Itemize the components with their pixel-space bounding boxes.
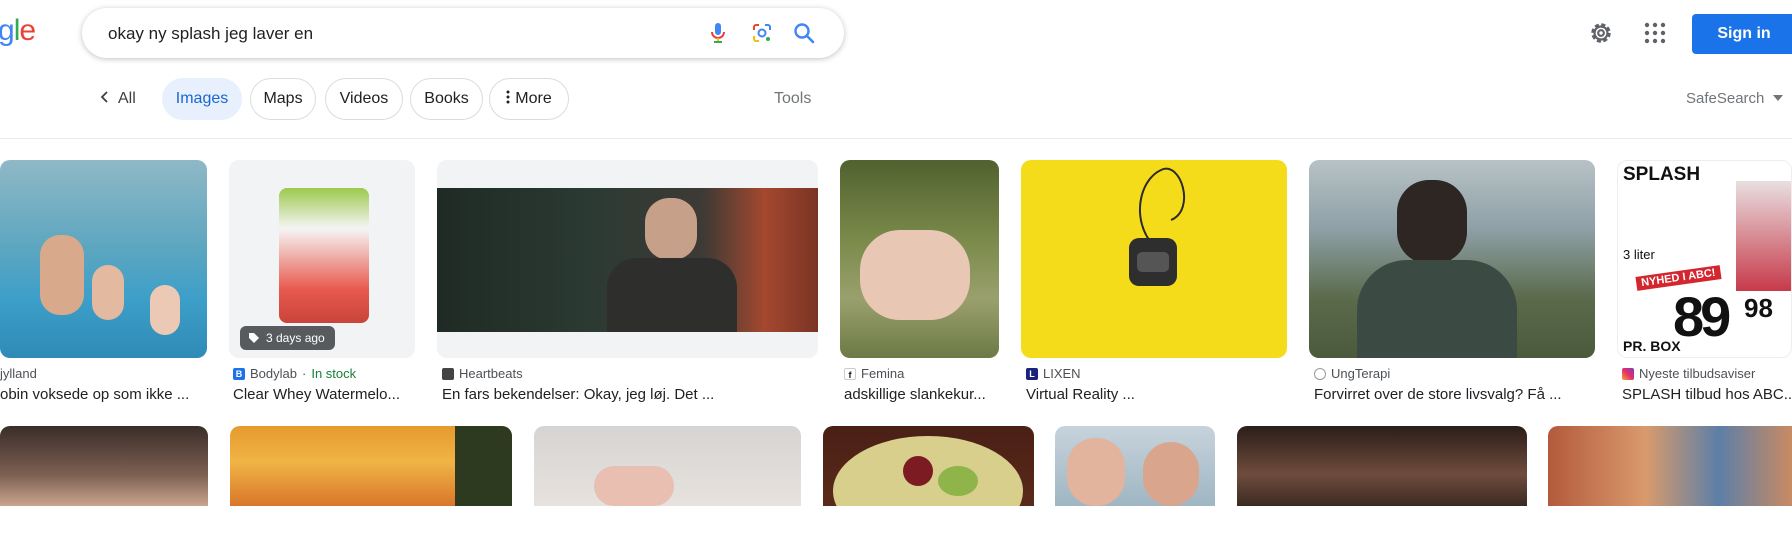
- result-source: UngTerapi: [1314, 366, 1594, 381]
- baby-feet-shape: [594, 466, 674, 506]
- image-figure: [150, 285, 180, 335]
- tab-more[interactable]: More: [489, 78, 569, 120]
- image-result-14[interactable]: [1548, 426, 1792, 506]
- tab-all[interactable]: All: [98, 78, 136, 120]
- date-badge: 3 days ago: [240, 326, 335, 350]
- search-icon[interactable]: [792, 21, 816, 45]
- apps-grid-icon[interactable]: [1643, 21, 1667, 45]
- result-title[interactable]: obin voksede op som ikke ...: [0, 386, 205, 403]
- microphone-icon[interactable]: [706, 21, 730, 45]
- image-result-5[interactable]: [1021, 160, 1287, 358]
- image-result-11[interactable]: [823, 426, 1034, 506]
- grape-shape: [938, 466, 978, 496]
- fruit-shape: [903, 456, 933, 486]
- tab-maps[interactable]: Maps: [250, 78, 316, 120]
- heartbeats-favicon-icon: [442, 367, 454, 380]
- hands-shape: [860, 230, 970, 320]
- result-source: B Bodylab · In stock: [233, 366, 413, 381]
- header-divider: [0, 138, 1792, 139]
- image-result-13[interactable]: [1237, 426, 1527, 506]
- image-result-9[interactable]: [230, 426, 512, 506]
- result-source: jylland: [0, 366, 37, 381]
- tab-images[interactable]: Images: [162, 78, 242, 120]
- result-title[interactable]: En fars bekendelser: Okay, jeg løj. Det …: [442, 386, 818, 403]
- image-result-1[interactable]: [0, 160, 207, 358]
- instagram-favicon-icon: [1622, 367, 1634, 380]
- caret-down-icon: [1772, 95, 1783, 101]
- tools-button[interactable]: Tools: [774, 78, 811, 120]
- result-source: Heartbeats: [442, 366, 812, 381]
- result-title[interactable]: Virtual Reality ...: [1026, 386, 1286, 403]
- search-box: [82, 8, 844, 60]
- head-shape: [1397, 180, 1467, 264]
- google-logo[interactable]: gle: [0, 14, 36, 48]
- chevron-left-icon: [100, 91, 108, 103]
- face-shape: [645, 198, 697, 260]
- image-result-3[interactable]: [437, 160, 818, 358]
- face-shape: [1143, 442, 1199, 506]
- man-photo: [437, 188, 818, 332]
- result-title[interactable]: Clear Whey Watermelo...: [233, 386, 413, 403]
- result-source: L LIXEN: [1026, 366, 1286, 381]
- image-result-6[interactable]: [1309, 160, 1595, 358]
- tab-books[interactable]: Books: [410, 78, 483, 120]
- more-vert-icon: [506, 90, 510, 104]
- gear-icon[interactable]: [1588, 20, 1614, 46]
- image-result-10[interactable]: [534, 426, 801, 506]
- result-title[interactable]: Forvirret over de store livsvalg? Få ...: [1314, 386, 1595, 403]
- image-figure: [40, 235, 84, 315]
- tab-videos[interactable]: Videos: [325, 78, 403, 120]
- image-result-8[interactable]: [0, 426, 208, 506]
- vr-headset-illustration: [1129, 167, 1186, 286]
- result-source: Nyeste tilbudsaviser: [1622, 366, 1792, 381]
- result-title[interactable]: SPLASH tilbud hos ABC...: [1622, 386, 1792, 403]
- image-figure: [92, 265, 124, 320]
- shirt-shape: [1357, 260, 1517, 358]
- bodylab-favicon-icon: B: [233, 367, 245, 380]
- result-source: f Femina: [844, 366, 999, 381]
- safesearch-menu[interactable]: SafeSearch: [1686, 78, 1783, 120]
- femina-favicon-icon: f: [844, 367, 856, 380]
- ungterapi-favicon-icon: [1314, 367, 1326, 380]
- face-shape: [1067, 438, 1125, 506]
- lixen-favicon-icon: L: [1026, 367, 1038, 380]
- lens-icon[interactable]: [750, 21, 774, 45]
- tree-shape: [455, 426, 512, 506]
- result-title[interactable]: adskillige slankekur...: [844, 386, 999, 403]
- image-result-12[interactable]: [1055, 426, 1215, 506]
- search-input[interactable]: [106, 8, 670, 60]
- image-result-4[interactable]: [840, 160, 999, 358]
- sign-in-button[interactable]: Sign in: [1692, 14, 1792, 54]
- image-result-7[interactable]: SPLASH 3 liter NYHED I ABC! 89 98 PR. BO…: [1617, 160, 1792, 358]
- product-pouch-image: [279, 188, 369, 323]
- wine-box-image: [1736, 181, 1791, 291]
- tag-icon: [249, 333, 259, 343]
- jacket-shape: [607, 258, 737, 332]
